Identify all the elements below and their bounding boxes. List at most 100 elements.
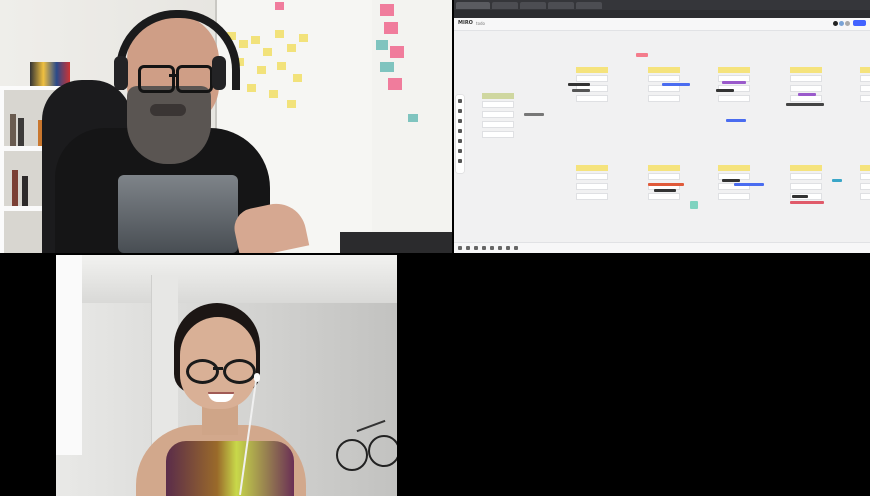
share-button-icon[interactable] [853,20,866,26]
frame-card [790,75,822,82]
frame-card [860,95,870,102]
zoom-icon[interactable] [482,246,486,250]
board-tag[interactable] [654,189,676,192]
collaborator-avatar[interactable] [833,21,838,26]
board-title[interactable]: MIRO [458,20,473,26]
board-tag[interactable] [790,201,824,204]
sticky-note [380,4,394,16]
frame-card [860,173,870,180]
board-toolbar[interactable] [456,95,464,173]
frame-card [576,95,608,102]
zoom-icon[interactable] [466,246,470,250]
frame-card [482,111,514,118]
participant-video-1[interactable] [0,0,452,253]
zoom-icon[interactable] [474,246,478,250]
headphone-cup-right [212,56,226,90]
board-tag[interactable] [832,179,842,182]
frame-card [790,183,822,190]
board-tag[interactable] [648,183,684,186]
frame-card [648,75,680,82]
browser-tab[interactable] [456,2,490,9]
frame-header [576,67,608,73]
board-tag[interactable] [572,89,590,92]
sticky-note [257,66,266,74]
browser-tab[interactable] [492,2,518,9]
browser-tab[interactable] [576,2,602,9]
glasses-lens-right [223,359,256,384]
board-tag[interactable] [722,81,746,84]
sticky-note [380,62,394,72]
window [56,255,82,455]
board-frame[interactable] [576,165,608,203]
toolbar-icon[interactable] [458,159,462,163]
frame-card [860,85,870,92]
board-tag[interactable] [662,83,690,86]
sticky-note [277,62,286,70]
frame-card [790,173,822,180]
board-frame[interactable] [790,67,822,105]
frame-card [860,75,870,82]
board-frame[interactable] [576,67,608,105]
toolbar-icon[interactable] [458,129,462,133]
mouth [150,104,186,116]
frame-card [576,173,608,180]
toolbar-icon[interactable] [458,109,462,113]
bicycle-wheel [368,435,397,467]
address-bar[interactable] [454,10,870,18]
collaborator-avatar[interactable] [845,21,850,26]
browser-tab[interactable] [520,2,546,9]
sticky-note [388,78,402,90]
board-frame[interactable] [860,165,870,203]
frame-card [648,193,680,200]
zoom-icon[interactable] [506,246,510,250]
laptop [340,232,452,253]
sticky-note [269,90,278,98]
zoom-icon[interactable] [490,246,494,250]
frame-card [860,183,870,190]
board-tag[interactable] [722,179,740,182]
headphone-cup-left [114,56,128,90]
board-tag[interactable] [690,201,698,209]
board-frame[interactable] [718,67,750,105]
frame-header [718,67,750,73]
board-tag[interactable] [716,89,734,92]
browser-tab[interactable] [548,2,574,9]
toolbar-icon[interactable] [458,149,462,153]
board-tag[interactable] [524,113,544,116]
toolbar-icon[interactable] [458,139,462,143]
board-frame[interactable] [482,93,514,141]
frame-header [860,67,870,73]
sticky-note [247,84,256,92]
beard [127,86,211,164]
glasses-bridge [213,367,223,370]
frame-card [576,75,608,82]
frame-card [576,193,608,200]
board-tag[interactable] [786,103,824,106]
sticky-note [287,44,296,52]
glasses-lens-left [186,359,219,384]
board-tag[interactable] [734,183,764,186]
board-tag[interactable] [792,195,808,198]
zoom-icon[interactable] [498,246,502,250]
frame-card [648,173,680,180]
frame-header [576,165,608,171]
frame-header [860,165,870,171]
sticky-note [263,48,272,56]
zoom-icon[interactable] [514,246,518,250]
collaborator-avatar[interactable] [839,21,844,26]
toolbar-icon[interactable] [458,119,462,123]
board-subtitle[interactable]: todo [476,21,485,26]
board-tag[interactable] [568,83,590,86]
sticky-note [299,34,308,42]
board-tag[interactable] [726,119,746,122]
frame-card [790,95,822,102]
participant-video-2[interactable] [56,255,397,496]
toolbar-icon[interactable] [458,99,462,103]
board-frame[interactable] [648,67,680,105]
board-tag[interactable] [798,93,816,96]
zoom-icon[interactable] [458,246,462,250]
board-canvas[interactable] [454,31,870,243]
board-frame[interactable] [860,67,870,105]
screen-share[interactable]: MIRO todo [454,0,870,253]
frame-card [648,85,680,92]
